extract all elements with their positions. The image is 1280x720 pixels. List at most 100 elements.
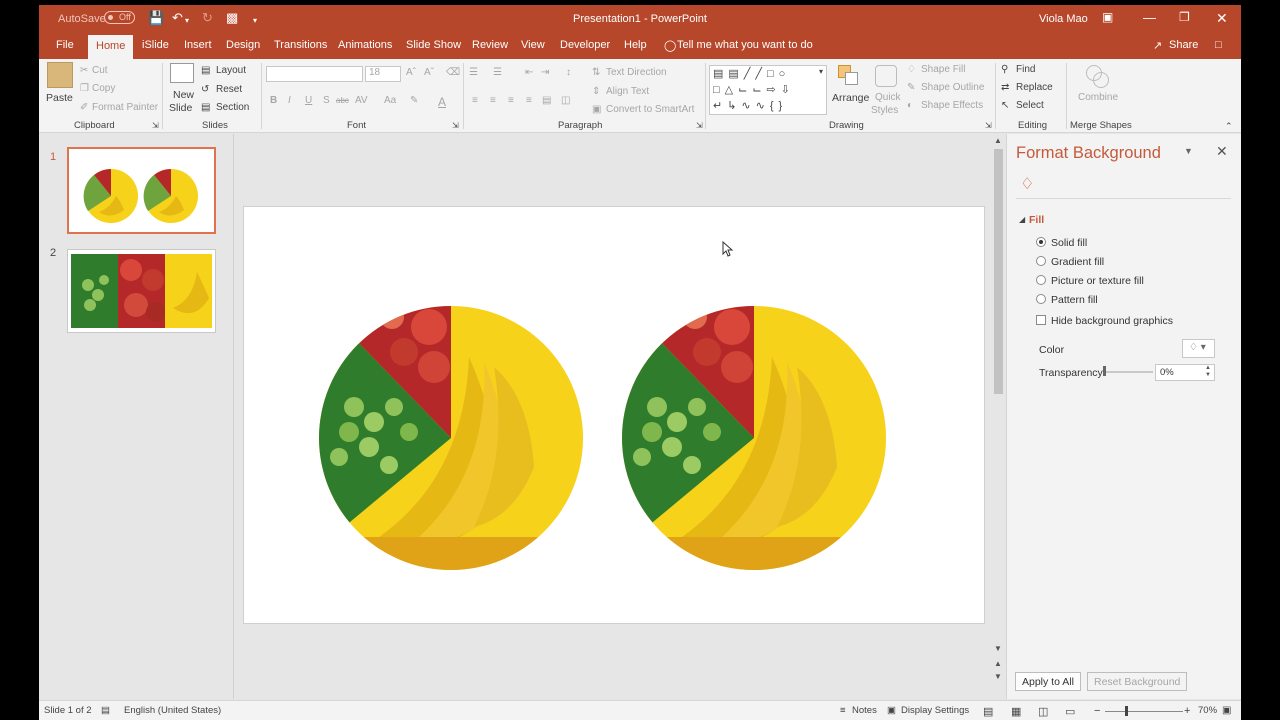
tab-review[interactable]: Review <box>472 39 508 51</box>
line-spacing-icon[interactable]: ↕ <box>566 67 571 78</box>
radio-icon[interactable] <box>1036 294 1046 304</box>
highlight-icon[interactable]: ✎ <box>410 95 418 106</box>
transparency-slider-thumb[interactable] <box>1103 366 1106 376</box>
scroll-up-icon[interactable]: ▲ <box>994 136 1002 145</box>
layout-button[interactable]: Layout <box>216 65 246 76</box>
tell-me-search[interactable]: Tell me what you want to do <box>677 39 813 51</box>
tab-file[interactable]: File <box>56 39 74 51</box>
paste-icon[interactable] <box>47 62 73 88</box>
numbering-icon[interactable]: ☰ <box>493 67 502 78</box>
convert-smartart-button[interactable]: Convert to SmartArt <box>606 104 694 115</box>
zoom-level[interactable]: 70% <box>1198 705 1217 716</box>
reset-button[interactable]: Reset <box>216 84 242 95</box>
align-left-icon[interactable]: ≡ <box>472 95 478 106</box>
fill-section-header[interactable]: Fill <box>1029 214 1044 226</box>
slide-canvas[interactable] <box>243 206 985 624</box>
checkbox-icon[interactable] <box>1036 315 1046 325</box>
gallery-scroll-icon[interactable]: ▾ <box>819 67 823 76</box>
display-settings-button[interactable]: Display Settings <box>901 705 969 716</box>
copy-icon[interactable]: ❐ <box>80 83 89 94</box>
scroll-down-icon[interactable]: ▼ <box>994 644 1002 653</box>
share-icon[interactable]: ↗ <box>1153 39 1162 52</box>
strikethrough-button[interactable]: abc <box>336 96 349 105</box>
slide-count[interactable]: Slide 1 of 2 <box>44 705 92 716</box>
section-icon[interactable]: ▤ <box>201 102 210 113</box>
font-color-button[interactable]: A <box>438 95 446 109</box>
display-settings-icon[interactable]: ▣ <box>887 705 896 716</box>
tab-help[interactable]: Help <box>624 39 647 51</box>
combine-icon[interactable] <box>1086 65 1110 89</box>
new-slide-icon[interactable] <box>170 63 194 83</box>
vertical-scrollbar[interactable]: ▲ ▼ ▲ ▼ <box>992 134 1005 690</box>
italic-button[interactable]: I <box>288 95 291 106</box>
layout-icon[interactable]: ▤ <box>201 65 210 76</box>
shape-fill-button[interactable]: Shape Fill <box>921 64 965 75</box>
distributed-icon[interactable]: ▤ <box>542 95 551 106</box>
quick-styles-label-2[interactable]: Styles <box>871 105 898 116</box>
shape-effects-button[interactable]: Shape Effects <box>921 100 983 111</box>
slideshow-view-icon[interactable]: ▭ <box>1065 705 1075 718</box>
next-slide-icon[interactable]: ▼ <box>994 672 1002 681</box>
align-right-icon[interactable]: ≡ <box>508 95 514 106</box>
slide-thumbnail-1[interactable] <box>67 147 216 234</box>
shape-effects-icon[interactable]: ◐ <box>907 100 913 111</box>
gradient-fill-option[interactable]: Gradient fill <box>1036 256 1104 268</box>
new-slide-label-2[interactable]: Slide <box>169 102 192 114</box>
shadow-button[interactable]: S <box>323 95 330 106</box>
text-direction-button[interactable]: Text Direction <box>606 67 667 78</box>
format-painter-button[interactable]: Format Painter <box>92 102 158 113</box>
section-button[interactable]: Section <box>216 102 249 113</box>
reset-background-button[interactable]: Reset Background <box>1087 672 1188 691</box>
notes-button[interactable]: Notes <box>852 705 877 716</box>
align-text-icon[interactable]: ⇕ <box>592 86 600 97</box>
ribbon-display-icon[interactable]: ▣ <box>1102 10 1113 24</box>
zoom-slider-thumb[interactable] <box>1125 706 1128 716</box>
restore-icon[interactable]: ❐ <box>1179 10 1190 24</box>
notes-icon[interactable]: ≡ <box>840 705 846 716</box>
pane-close-icon[interactable]: ✕ <box>1216 143 1228 160</box>
find-button[interactable]: Find <box>1016 64 1035 75</box>
select-button[interactable]: Select <box>1016 100 1044 111</box>
radio-icon[interactable] <box>1036 256 1046 266</box>
minimize-icon[interactable]: — <box>1143 10 1156 25</box>
fruit-circle-image-1[interactable] <box>314 302 594 582</box>
shapes-gallery[interactable]: ▤▤╱╱□○ □△⌙⌙⇨⇩ ↵↳∿∿{} <box>709 65 827 115</box>
radio-selected-icon[interactable] <box>1036 237 1046 247</box>
language-indicator[interactable]: English (United States) <box>124 705 221 716</box>
pattern-fill-option[interactable]: Pattern fill <box>1036 294 1098 306</box>
align-center-icon[interactable]: ≡ <box>490 95 496 106</box>
increase-indent-icon[interactable]: ⇥ <box>541 67 549 78</box>
tab-islide[interactable]: iSlide <box>142 39 169 51</box>
replace-icon[interactable]: ⇄ <box>1001 82 1009 93</box>
tab-home[interactable]: Home <box>88 35 134 59</box>
font-name-combo[interactable] <box>266 66 363 82</box>
smartart-icon[interactable]: ▣ <box>592 104 601 115</box>
fit-slide-icon[interactable]: ▣ <box>1222 705 1231 716</box>
collapse-ribbon-icon[interactable]: ⌃ <box>1225 121 1233 132</box>
normal-view-icon[interactable]: ▤ <box>983 705 993 718</box>
transparency-slider[interactable] <box>1103 371 1153 373</box>
justify-icon[interactable]: ≡ <box>526 95 532 106</box>
find-icon[interactable]: ⚲ <box>1001 64 1008 75</box>
tab-view[interactable]: View <box>521 39 545 51</box>
clear-format-icon[interactable]: ⌫ <box>446 67 460 78</box>
radio-icon[interactable] <box>1036 275 1046 285</box>
char-spacing-button[interactable]: AV <box>355 95 368 106</box>
slide-thumbnail-2[interactable] <box>67 249 216 333</box>
tab-insert[interactable]: Insert <box>184 39 212 51</box>
reading-view-icon[interactable]: ◫ <box>1038 705 1048 718</box>
new-slide-label[interactable]: New <box>173 89 194 101</box>
picture-texture-fill-option[interactable]: Picture or texture fill <box>1036 275 1144 287</box>
bullets-icon[interactable]: ☰ <box>469 67 478 78</box>
previous-slide-icon[interactable]: ▲ <box>994 659 1002 668</box>
quick-styles-label[interactable]: Quick <box>875 92 901 103</box>
font-size-combo[interactable]: 18 <box>365 66 401 82</box>
drawing-launcher-icon[interactable]: ⇲ <box>985 121 992 130</box>
shape-outline-button[interactable]: Shape Outline <box>921 82 984 93</box>
grow-font-icon[interactable]: Aˆ <box>406 67 416 78</box>
user-name[interactable]: Viola Mao <box>1039 13 1088 25</box>
copy-button[interactable]: Copy <box>92 83 115 94</box>
bold-button[interactable]: B <box>270 95 277 106</box>
share-button[interactable]: Share <box>1169 39 1198 51</box>
scrollbar-thumb[interactable] <box>994 149 1003 394</box>
